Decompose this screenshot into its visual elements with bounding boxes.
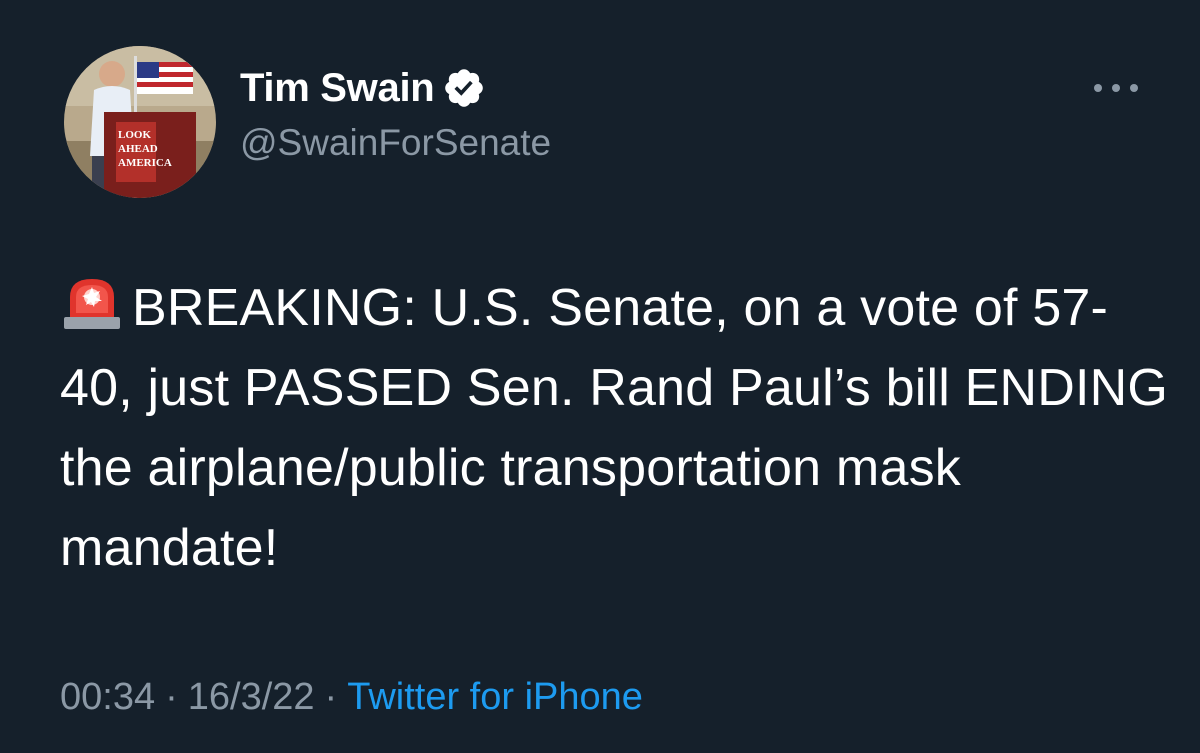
more-dot	[1112, 84, 1120, 92]
author-name-row[interactable]: Tim Swain	[240, 62, 551, 114]
podium-text-line-2: AHEAD	[118, 143, 158, 155]
podium-text-line-1: LOOK	[118, 129, 151, 141]
more-horizontal-icon[interactable]	[1094, 72, 1138, 104]
verified-badge-icon	[442, 66, 486, 110]
tweet-time[interactable]: 00:34	[60, 676, 155, 718]
meta-separator: ·	[165, 676, 178, 718]
police-car-light-icon	[60, 273, 124, 331]
avatar-photo: LOOK AHEAD AMERICA	[64, 46, 216, 198]
author-info: Tim Swain @SwainForSenate	[240, 62, 551, 164]
tweet-metadata: 00:34 · 16/3/22 · Twitter for iPhone	[60, 676, 643, 719]
tweet-source-link[interactable]: Twitter for iPhone	[347, 676, 643, 718]
tweet-text: BREAKING: U.S. Senate, on a vote of 57-4…	[60, 268, 1170, 588]
tweet-body: BREAKING: U.S. Senate, on a vote of 57-4…	[60, 279, 1169, 577]
tweet-card: LOOK AHEAD AMERICA Tim Swain @SwainForSe…	[0, 0, 1200, 753]
more-dot	[1130, 84, 1138, 92]
more-dot	[1094, 84, 1102, 92]
author-handle[interactable]: @SwainForSenate	[240, 122, 551, 164]
tweet-date[interactable]: 16/3/22	[188, 676, 315, 718]
author-display-name[interactable]: Tim Swain	[240, 66, 435, 111]
author-avatar[interactable]: LOOK AHEAD AMERICA	[64, 46, 216, 198]
podium-text-line-3: AMERICA	[118, 157, 172, 169]
meta-separator: ·	[324, 676, 338, 718]
